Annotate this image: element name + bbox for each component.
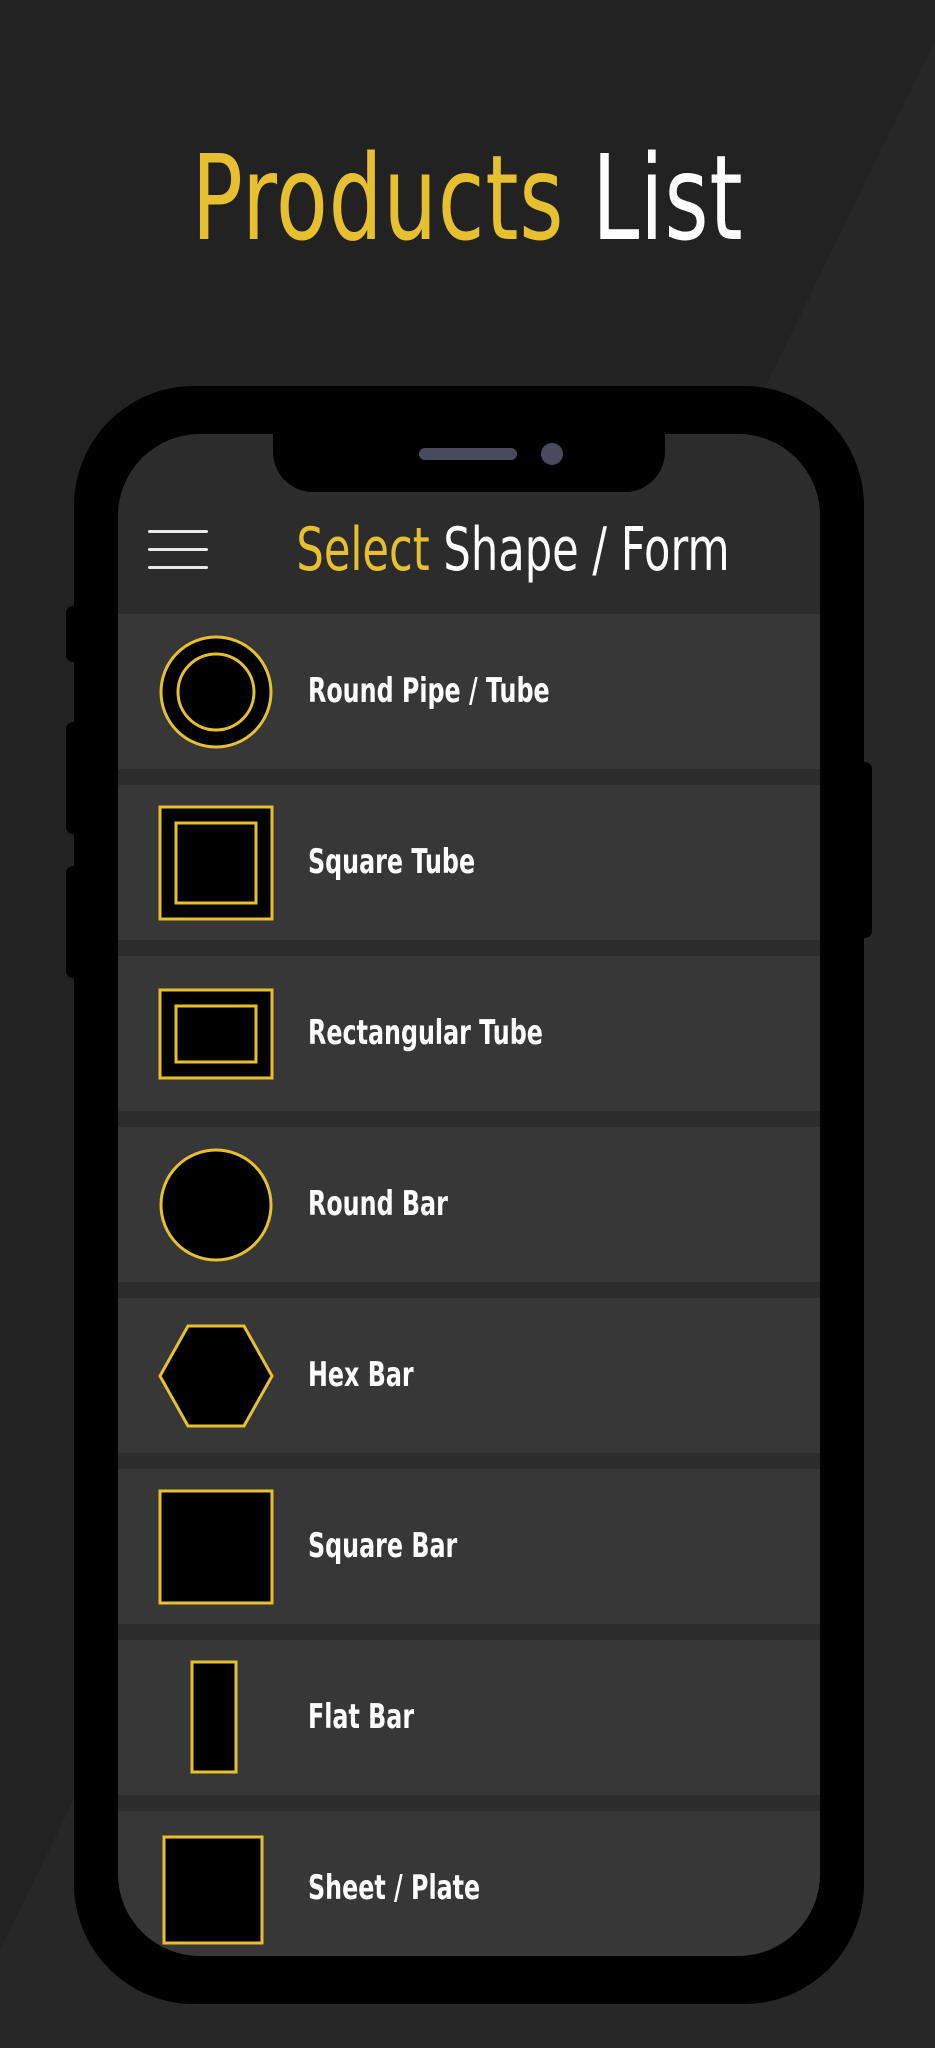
phone-screen: Select Shape / Form Round Pipe / Tube Sq…: [118, 434, 820, 1956]
list-item-label: Square Bar: [308, 1526, 458, 1566]
headline-word-list: List: [591, 129, 744, 267]
list-item-flat-bar[interactable]: Flat Bar: [118, 1640, 820, 1795]
list-item-hex-bar[interactable]: Hex Bar: [118, 1298, 820, 1453]
list-item-sheet-plate[interactable]: Sheet / Plate: [118, 1811, 820, 1956]
list-item-square-tube[interactable]: Square Tube: [118, 785, 820, 940]
headline-word-products: Products: [191, 129, 565, 267]
shape-list: Round Pipe / Tube Square Tube Rectangula…: [118, 614, 820, 1956]
phone-frame: Select Shape / Form Round Pipe / Tube Sq…: [66, 386, 872, 2004]
rectangular-tube-icon: [158, 988, 274, 1080]
list-item-label: Rectangular Tube: [308, 1013, 543, 1053]
phone-side-button: [66, 606, 80, 662]
title-highlight: Select: [296, 515, 430, 585]
phone-volume-up-button: [66, 722, 80, 834]
round-bar-icon: [159, 1148, 273, 1262]
phone-notch: [273, 434, 665, 492]
list-item-rectangular-tube[interactable]: Rectangular Tube: [118, 956, 820, 1111]
list-item-label: Flat Bar: [308, 1697, 415, 1737]
sheet-plate-icon: [162, 1835, 264, 1945]
hamburger-menu-icon[interactable]: [148, 526, 208, 574]
square-tube-icon: [158, 805, 274, 921]
hex-bar-icon: [158, 1324, 274, 1428]
round-pipe-icon: [159, 635, 273, 749]
list-item-label: Hex Bar: [308, 1355, 414, 1395]
phone-power-button: [858, 762, 872, 938]
list-item-label: Square Tube: [308, 842, 476, 882]
list-item-label: Sheet / Plate: [308, 1868, 481, 1908]
square-bar-icon: [158, 1489, 274, 1605]
list-item-label: Round Pipe / Tube: [308, 671, 550, 711]
title-rest: Shape / Form: [443, 515, 730, 585]
list-item-square-bar[interactable]: Square Bar: [118, 1469, 820, 1624]
flat-bar-icon: [190, 1660, 238, 1774]
page-headline: Products List: [131, 128, 804, 268]
front-camera: [541, 443, 563, 465]
list-item-round-bar[interactable]: Round Bar: [118, 1127, 820, 1282]
speaker-grille: [419, 448, 517, 460]
screen-title: Select Shape / Form: [296, 514, 729, 586]
list-item-label: Round Bar: [308, 1184, 448, 1224]
list-item-round-pipe-tube[interactable]: Round Pipe / Tube: [118, 614, 820, 769]
phone-volume-down-button: [66, 866, 80, 978]
